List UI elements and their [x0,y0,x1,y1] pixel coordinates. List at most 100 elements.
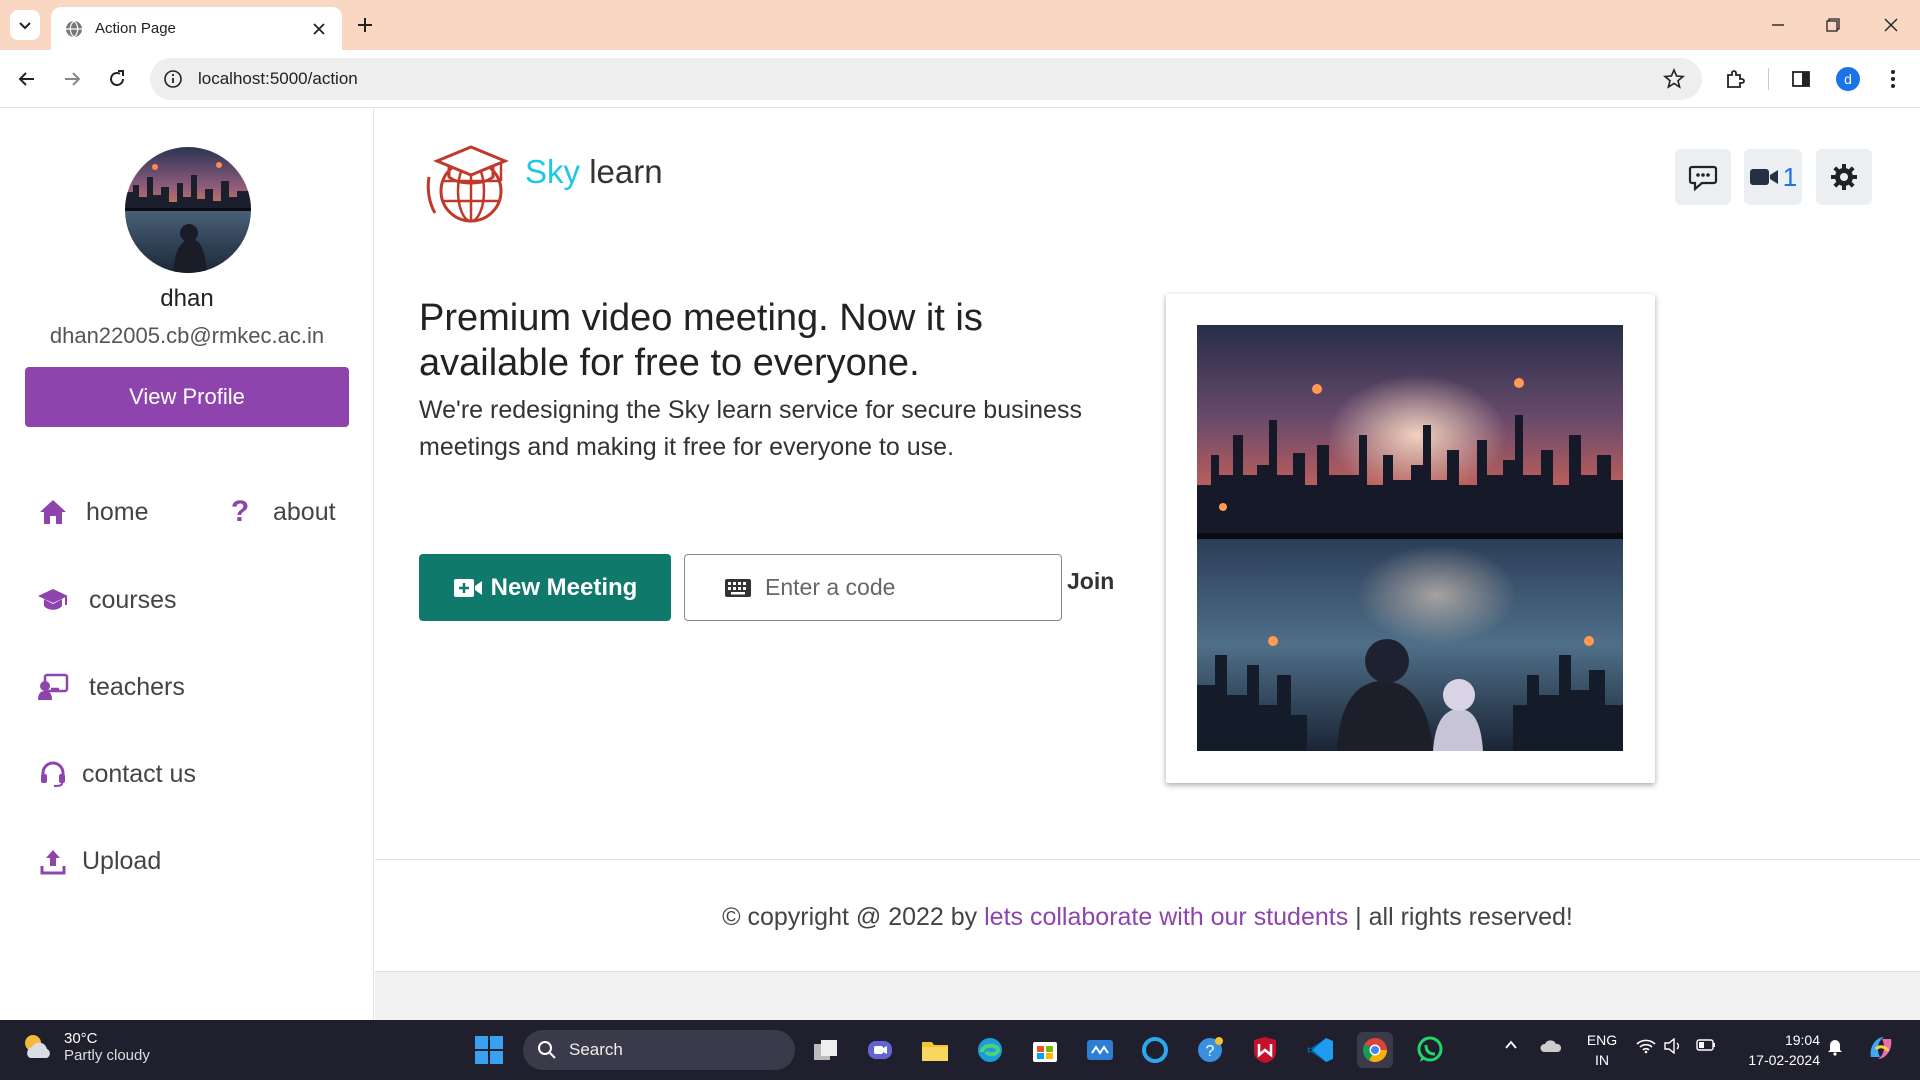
star-icon[interactable] [1662,67,1686,91]
user-email: dhan22005.cb@rmkec.ac.in [49,323,325,348]
restore-button[interactable] [1818,10,1848,40]
partly-cloudy-icon [25,1035,50,1058]
settings-button[interactable] [1816,149,1872,205]
file-explorer-icon[interactable] [917,1032,953,1068]
address-bar[interactable]: localhost:5000/action [150,58,1702,100]
browser-tab-bar: Action Page [0,0,1920,50]
weather-temperature: 30°C [64,1030,98,1047]
nav-item-about[interactable]: ? about [223,495,336,529]
system-clock[interactable]: 19:04 17-02-2024 [1730,1030,1820,1070]
whatsapp-icon[interactable] [1412,1032,1448,1068]
hero-illustration [1197,325,1623,751]
chrome-icon[interactable] [1357,1032,1393,1068]
nav-item-upload[interactable]: Upload [36,844,161,878]
tab-search-button[interactable] [10,10,40,40]
video-plus-icon [453,578,482,597]
weather-widget[interactable]: 30°C Partly cloudy [20,1030,150,1064]
notifications-icon[interactable] [1826,1038,1844,1059]
video-camera-icon [1749,169,1778,185]
new-tab-button[interactable] [352,12,378,38]
language-indicator[interactable]: ENG IN [1584,1030,1620,1070]
wifi-icon[interactable] [1636,1038,1656,1057]
meet-app-icon[interactable] [862,1032,898,1068]
meeting-code-input[interactable] [765,574,1055,601]
help-app-icon[interactable]: ? [1192,1032,1228,1068]
edge-browser-icon[interactable] [972,1032,1008,1068]
myasus-app-icon[interactable] [1082,1032,1118,1068]
extensions-button[interactable] [1720,64,1750,94]
minimize-button[interactable] [1763,10,1793,40]
video-count-button[interactable]: 1 [1744,149,1802,205]
onedrive-icon[interactable] [1540,1038,1562,1057]
chalkboard-teacher-icon [36,670,70,704]
close-window-button[interactable] [1876,10,1906,40]
footer-prefix: © copyright @ 2022 by [722,903,985,931]
meeting-code-field[interactable] [684,554,1062,621]
language-code: ENG [1586,1032,1618,1048]
home-icon [36,495,70,529]
globe-icon [66,20,82,38]
new-meeting-button[interactable]: New Meeting [419,554,671,621]
show-hidden-icons[interactable] [1504,1038,1518,1055]
copilot-icon[interactable] [1866,1033,1896,1066]
close-icon [1884,18,1898,32]
nav-item-label: contact us [82,759,196,788]
page-bottom-strip [375,971,1920,1020]
task-view-icon[interactable] [808,1032,844,1068]
avatar [125,147,251,273]
arrow-left-icon [18,72,34,86]
sky-learn-logo [423,131,513,227]
upload-icon [36,844,70,878]
browser-toolbar: localhost:5000/action d [0,50,1920,108]
mcafee-icon[interactable] [1247,1032,1283,1068]
clock-date: 17-02-2024 [1748,1052,1820,1068]
puzzle-icon [1727,70,1745,88]
video-count: 1 [1782,161,1798,192]
active-tab[interactable]: Action Page [51,7,342,50]
profile-avatar: d [1836,67,1860,91]
weather-condition: Partly cloudy [64,1047,150,1064]
sidebar: dhan dhan22005.cb@rmkec.ac.in View Profi… [0,109,374,1020]
nav-item-contact[interactable]: contact us [36,757,196,791]
reload-icon [110,70,124,86]
chat-button[interactable] [1675,149,1731,205]
windows-start-icon[interactable] [474,1035,504,1065]
taskbar-search[interactable]: Search [523,1030,795,1070]
question-mark-icon: ? [230,495,250,528]
view-profile-button[interactable]: View Profile [25,367,349,427]
nav-item-label: courses [89,585,177,614]
vscode-icon[interactable] [1302,1032,1338,1068]
footer-link[interactable]: lets collaborate with our students [984,903,1348,931]
site-info-icon[interactable] [162,68,184,90]
close-icon[interactable] [310,20,328,38]
nav-item-label: Upload [82,846,162,875]
graduation-cap-icon [36,583,70,617]
back-button[interactable] [12,64,42,94]
nav-item-teachers[interactable]: teachers [36,670,185,704]
footer-suffix: | all rights reserved! [1348,903,1573,931]
browser-menu-button[interactable] [1878,64,1908,94]
gear-icon [1831,164,1857,190]
hero-subtext: We're redesigning the Sky learn service … [419,396,1082,461]
reload-button[interactable] [102,64,132,94]
nav-item-home[interactable]: home [36,495,149,529]
volume-icon[interactable] [1664,1037,1682,1057]
profile-button[interactable]: d [1833,64,1863,94]
forward-button[interactable] [57,64,87,94]
chevron-up-icon [1505,1040,1517,1049]
region-code: IN [1595,1052,1609,1068]
new-meeting-label: New Meeting [490,573,638,601]
join-button[interactable]: Join [1067,568,1114,595]
side-panel-icon [1792,71,1810,87]
cortana-icon[interactable] [1137,1032,1173,1068]
taskbar-search-label: Search [569,1040,623,1059]
svg-text:?: ? [1206,1043,1215,1060]
arrow-right-icon [65,72,81,86]
plus-icon [358,18,372,32]
keyboard-icon [725,578,751,597]
battery-icon[interactable] [1696,1038,1716,1055]
nav-item-courses[interactable]: courses [36,583,177,617]
side-panel-button[interactable] [1786,64,1816,94]
microsoft-store-icon[interactable] [1027,1032,1063,1068]
windows-taskbar: 30°C Partly cloudy Search ? ENG IN 19:04… [0,1020,1920,1080]
